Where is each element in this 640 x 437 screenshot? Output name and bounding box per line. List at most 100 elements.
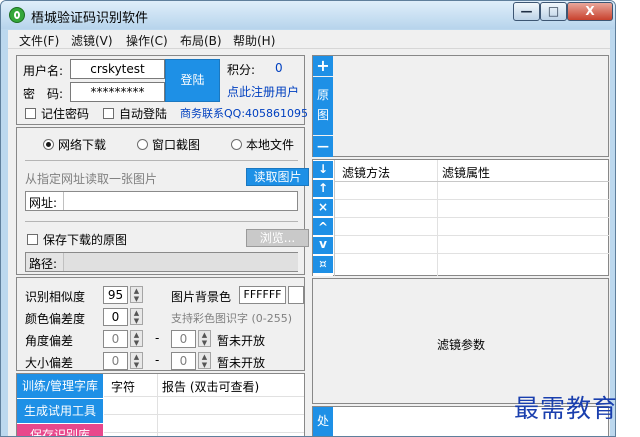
read-image-button[interactable]: 读取图片 — [246, 168, 309, 186]
menu-bar: 文件(F) 滤镜(V) 操作(C) 布局(B) 帮助(H) — [8, 30, 610, 49]
register-link[interactable]: 点此注册用户 — [227, 83, 299, 100]
username-field[interactable]: crskytest — [70, 59, 165, 79]
watermark-text: 最需教育 — [514, 394, 619, 423]
login-panel: 用户名: crskytest 密 码: ********* 登陆 积分: 0 点… — [16, 55, 309, 125]
url-input[interactable] — [63, 192, 298, 210]
filter-params-label: 滤镜参数 — [437, 338, 486, 352]
bg-color-label: 图片背景色 — [171, 290, 232, 304]
maximize-button[interactable]: □ — [540, 2, 567, 21]
close-button[interactable]: X — [567, 2, 613, 21]
angle-to-spinner[interactable]: ▲ ▼ — [198, 330, 211, 347]
save-original-label: 保存下载的原图 — [43, 233, 128, 247]
row-divider — [104, 414, 304, 415]
radio-window-capture[interactable] — [137, 139, 148, 150]
bg-color-swatch[interactable] — [288, 286, 304, 304]
similarity-input[interactable]: 95 — [103, 286, 128, 304]
username-label: 用户名: — [23, 64, 64, 78]
similarity-label: 识别相似度 — [25, 290, 86, 304]
divider — [25, 221, 298, 222]
column-divider — [157, 374, 158, 436]
menu-filter[interactable]: 滤镜(V) — [71, 32, 113, 49]
path-label: 路径: — [29, 257, 58, 271]
angle-note: 暂未开放 — [217, 334, 266, 348]
angle-dash: - — [155, 331, 160, 345]
radio-network-download-label: 网络下载 — [58, 138, 107, 152]
menu-help[interactable]: 帮助(H) — [233, 32, 275, 49]
original-image-label: 原图 — [317, 88, 330, 122]
filter-toolbar: ↓ ↑ × ^ v ¤ — [313, 160, 333, 276]
path-input[interactable] — [63, 253, 298, 271]
angle-to-input[interactable]: 0 — [171, 330, 196, 348]
size-dash: - — [155, 353, 160, 367]
radio-local-file-label: 本地文件 — [246, 138, 295, 152]
radio-local-file[interactable] — [231, 139, 242, 150]
original-image-toggle[interactable]: 原图 — [313, 77, 333, 135]
tab-save-library[interactable]: 保存识别库 — [17, 424, 103, 436]
row-divider — [335, 217, 609, 218]
color-deviation-spinner[interactable]: ▲ ▼ — [130, 308, 143, 325]
size-to-spinner[interactable]: ▲ ▼ — [198, 352, 211, 369]
zoom-in-button[interactable]: + — [313, 56, 333, 76]
minimize-button[interactable]: — — [513, 2, 540, 21]
library-panel: 训练/管理字库 生成试用工具 保存识别库 字符 报告 (双击可查看) — [16, 373, 305, 436]
size-from-spinner[interactable]: ▲ ▼ — [130, 352, 143, 369]
header-divider — [335, 181, 609, 182]
image-source-panel: 网络下载 窗口截图 本地文件 从指定网址读取一张图片 读取图片 网址: 保存下载… — [16, 127, 309, 275]
collapse-button[interactable]: ^ — [313, 218, 333, 235]
filter-list-panel: ↓ ↑ × ^ v ¤ 滤镜方法 滤镜属性 — [312, 159, 609, 276]
remember-password-label: 记住密码 — [41, 107, 90, 121]
row-divider — [335, 253, 609, 254]
auto-login-checkbox[interactable] — [103, 108, 114, 119]
radio-window-capture-label: 窗口截图 — [152, 138, 201, 152]
points-value: 0 — [275, 61, 283, 75]
divider — [25, 160, 298, 161]
app-window: 梧城验证码识别软件 — □ X 文件(F) 滤镜(V) 操作(C) 布局(B) … — [0, 0, 616, 437]
points-label: 积分: — [227, 63, 256, 77]
tab-train-library[interactable]: 训练/管理字库 — [17, 374, 103, 399]
angle-deviation-label: 角度偏差 — [25, 334, 74, 348]
move-down-button[interactable]: ↓ — [313, 161, 333, 178]
client-area: 文件(F) 滤镜(V) 操作(C) 布局(B) 帮助(H) 用户名: crsky… — [8, 30, 610, 436]
password-field[interactable]: ********* — [70, 82, 165, 102]
title-bar[interactable]: 梧城验证码识别软件 — □ X — [1, 1, 615, 29]
delete-filter-button[interactable]: × — [313, 199, 333, 216]
process-button[interactable]: 处 — [313, 407, 333, 436]
reset-filter-button[interactable]: ¤ — [313, 256, 333, 273]
url-label: 网址: — [29, 196, 58, 210]
menu-operation[interactable]: 操作(C) — [126, 32, 168, 49]
tab-generate-trial[interactable]: 生成试用工具 — [17, 399, 103, 424]
row-divider — [335, 199, 609, 200]
window-title: 梧城验证码识别软件 — [31, 11, 149, 26]
move-up-button[interactable]: ↑ — [313, 180, 333, 197]
row-divider — [104, 396, 304, 397]
row-divider — [104, 432, 304, 433]
similarity-spinner[interactable]: ▲ ▼ — [130, 286, 143, 303]
color-deviation-input[interactable]: 0 — [103, 308, 128, 326]
contact-text: 商务联系QQ:405861095 — [180, 107, 309, 120]
angle-from-spinner[interactable]: ▲ ▼ — [130, 330, 143, 347]
browse-button[interactable]: 浏览... — [246, 229, 309, 247]
size-to-input[interactable]: 0 — [171, 352, 196, 370]
expand-button[interactable]: v — [313, 237, 333, 254]
login-button[interactable]: 登陆 — [165, 59, 220, 102]
size-from-input[interactable]: 0 — [103, 352, 128, 370]
bg-color-input[interactable]: FFFFFF — [239, 286, 286, 304]
recognition-settings-panel: 识别相似度 95 ▲ ▼ 图片背景色 FFFFFF 颜色偏差度 0 ▲ ▼ 支持彩色… — [16, 277, 305, 371]
menu-file[interactable]: 文件(F) — [19, 32, 59, 49]
remember-password-checkbox[interactable] — [25, 108, 36, 119]
image-preview-panel: + 原图 — — [312, 55, 609, 157]
color-hint: 支持彩色图识字 (0-255) — [171, 312, 293, 325]
app-logo-icon — [9, 7, 25, 23]
toolbar-divider — [334, 160, 335, 276]
column-filter-attr[interactable]: 滤镜属性 — [442, 164, 490, 181]
filter-params-panel: 滤镜参数 — [312, 278, 609, 404]
angle-from-input[interactable]: 0 — [103, 330, 128, 348]
radio-network-download[interactable] — [43, 139, 54, 150]
menu-layout[interactable]: 布局(B) — [180, 32, 222, 49]
column-filter-method[interactable]: 滤镜方法 — [342, 164, 390, 181]
zoom-out-button[interactable]: — — [313, 136, 333, 157]
column-char[interactable]: 字符 — [111, 378, 135, 395]
save-original-checkbox[interactable] — [27, 234, 38, 245]
color-deviation-label: 颜色偏差度 — [25, 312, 86, 326]
column-report[interactable]: 报告 (双击可查看) — [162, 378, 259, 395]
